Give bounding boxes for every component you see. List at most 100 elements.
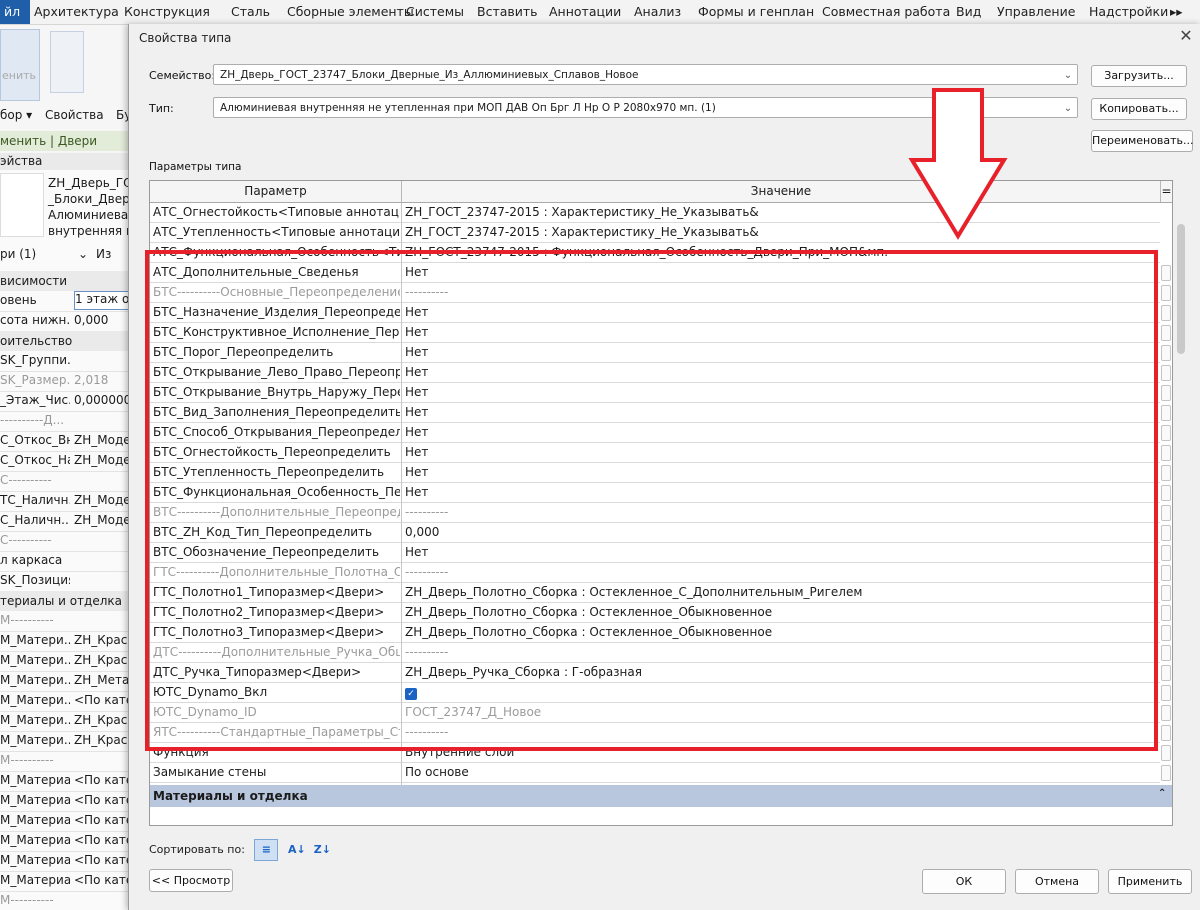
palette-row[interactable]: М_Материа... <По кате — [0, 791, 128, 812]
table-row[interactable]: ЯТС----------Стандартные_Параметры_Стр --… — [150, 723, 1171, 743]
menu-item[interactable]: Надстройки — [1089, 0, 1168, 24]
table-row[interactable]: БТС_Открывание_Внутрь_Наружу_Переоп Нет — [150, 383, 1171, 403]
rename-button[interactable]: Переименовать... — [1091, 130, 1194, 152]
menu-item[interactable]: Сборные элементы — [287, 0, 414, 24]
palette-row[interactable]: ТС_Наличн... ZH_Моде — [0, 491, 128, 512]
formula-cell[interactable] — [1161, 645, 1171, 661]
formula-cell[interactable] — [1161, 425, 1171, 441]
preview-button[interactable]: << Просмотр — [149, 869, 233, 892]
menu-item[interactable]: Совместная работа — [822, 0, 950, 24]
parameter-value[interactable]: Нет — [405, 265, 1155, 279]
parameter-value[interactable]: По основе — [405, 765, 1155, 779]
modify-tool-icon[interactable] — [0, 29, 40, 101]
menu-overflow-icon[interactable]: ▸▸ — [1170, 0, 1183, 24]
cancel-button[interactable]: Отмена — [1015, 869, 1099, 894]
menu-item[interactable]: Аннотации — [549, 0, 621, 24]
palette-section-header[interactable]: оительство — [0, 331, 128, 351]
menu-item[interactable]: Вид — [956, 0, 981, 24]
menu-item[interactable]: Системы — [406, 0, 464, 24]
menu-item[interactable]: Конструкция — [124, 0, 210, 24]
sort-descending-icon[interactable]: Z↓ — [313, 840, 331, 860]
duplicate-button[interactable]: Копировать... — [1091, 98, 1187, 120]
parameter-value[interactable]: ZH_ГОСТ_23747-2015 : Характеристику_Не_У… — [405, 205, 1155, 219]
parameter-value[interactable]: Нет — [405, 465, 1155, 479]
palette-row[interactable]: М_Материа... <По кате — [0, 811, 128, 832]
formula-cell[interactable] — [1161, 685, 1171, 701]
parameter-value[interactable]: ZH_Дверь_Полотно_Сборка : Остекленное_Об… — [405, 625, 1155, 639]
group-row-materials[interactable]: Материалы и отделка ⌃ — [150, 785, 1172, 807]
formula-cell[interactable] — [1161, 305, 1171, 321]
palette-row[interactable]: М_Матери... ZH_Краск — [0, 711, 128, 732]
palette-row[interactable]: SK_Позиция — [0, 571, 128, 592]
menu-item[interactable]: йл — [0, 0, 30, 24]
table-row[interactable]: БТС_Конструктивное_Исполнение_Переоп Нет — [150, 323, 1171, 343]
palette-row[interactable]: М_Материа... <По кате — [0, 831, 128, 852]
table-row[interactable]: БТС_Огнестойкость_Переопределить Нет — [150, 443, 1171, 463]
formula-cell[interactable] — [1161, 565, 1171, 581]
formula-cell[interactable] — [1161, 365, 1171, 381]
palette-row[interactable]: М_Материа... <По кате — [0, 771, 128, 792]
palette-row[interactable]: ----------Д... — [0, 411, 128, 432]
parameter-value[interactable]: Нет — [405, 545, 1155, 559]
palette-row[interactable]: С_Откос_Вн... ZH_Моде — [0, 431, 128, 452]
parameter-value[interactable]: ZH_ГОСТ_23747-2015 : Характеристику_Не_У… — [405, 225, 1155, 239]
table-row[interactable]: Функция Внутренние слои — [150, 743, 1171, 763]
table-row[interactable]: ЮТС_Dynamo_Вкл ✓ — [150, 683, 1171, 703]
formula-cell[interactable] — [1161, 545, 1171, 561]
apply-button[interactable]: Применить — [1108, 869, 1192, 894]
parameter-value[interactable]: ZH_Дверь_Полотно_Сборка : Остекленное_С_… — [405, 585, 1155, 599]
table-row[interactable]: БТС_Функциональная_Особенность_Пере Нет — [150, 483, 1171, 503]
palette-row[interactable]: С_Откос_На... ZH_Моде — [0, 451, 128, 472]
palette-row[interactable]: _Этаж_Чис... 0,000000 — [0, 391, 128, 412]
palette-row[interactable]: С_Наличн... ZH_Моде — [0, 511, 128, 532]
formula-cell[interactable] — [1161, 265, 1171, 281]
formula-cell[interactable] — [1161, 605, 1171, 621]
table-row[interactable]: БТС_Назначение_Изделия_Переопределит Нет — [150, 303, 1171, 323]
parameter-value[interactable]: Нет — [405, 425, 1155, 439]
table-row[interactable]: ГТС_Полотно2_Типоразмер<Двери> ZH_Дверь_П… — [150, 603, 1171, 623]
formula-cell[interactable] — [1161, 745, 1171, 761]
parameter-value[interactable]: Нет — [405, 445, 1155, 459]
palette-row[interactable]: сота нижн... 0,000 — [0, 311, 128, 332]
formula-cell[interactable] — [1161, 465, 1171, 481]
parameter-value[interactable]: Нет — [405, 485, 1155, 499]
context-tab[interactable]: менить | Двери — [0, 131, 128, 151]
column-header-value[interactable]: Значение — [402, 181, 1161, 202]
formula-cell[interactable] — [1161, 345, 1171, 361]
formula-cell[interactable] — [1161, 705, 1171, 721]
parameter-value[interactable]: Нет — [405, 385, 1155, 399]
formula-cell[interactable] — [1161, 725, 1171, 741]
parameter-value[interactable]: ZH_Дверь_Ручка_Сборка : Г-образная — [405, 665, 1155, 679]
table-row[interactable]: АТС_Дополнительные_Сведенья Нет — [150, 263, 1171, 283]
sort-grouped-icon[interactable]: ≡ — [254, 839, 279, 861]
parameter-value[interactable]: Нет — [405, 305, 1155, 319]
type-combo[interactable]: Алюминиевая внутренняя не утепленная при… — [213, 97, 1078, 118]
table-row[interactable]: ВТС_ZH_Код_Тип_Переопределить 0,000 — [150, 523, 1171, 543]
formula-cell[interactable] — [1161, 405, 1171, 421]
formula-cell[interactable] — [1161, 285, 1171, 301]
table-row[interactable]: ДТС_Ручка_Типоразмер<Двери> ZH_Дверь_Ручк… — [150, 663, 1171, 683]
table-row[interactable]: ДТС----------Дополнительные_Ручка_Общи --… — [150, 643, 1171, 663]
close-icon[interactable]: ✕ — [1177, 27, 1195, 45]
palette-row[interactable]: М---------- — [0, 891, 128, 910]
table-row[interactable]: АТС_Огнестойкость<Типовые аннотации> ZH_Г… — [150, 203, 1160, 223]
column-header-formula[interactable]: = — [1161, 181, 1172, 202]
menu-item[interactable]: Формы и генплан — [698, 0, 814, 24]
table-row[interactable]: ВТС----------Дополнительные_Переопред ---… — [150, 503, 1171, 523]
table-row[interactable]: БТС----------Основные_Переопределение- --… — [150, 283, 1171, 303]
ok-button[interactable]: ОК — [922, 869, 1006, 894]
palette-row[interactable]: М_Материа... <По кате — [0, 871, 128, 892]
table-row[interactable]: БТС_Открывание_Лево_Право_Переопред Нет — [150, 363, 1171, 383]
palette-row[interactable]: М---------- — [0, 751, 128, 772]
formula-cell[interactable] — [1161, 765, 1171, 781]
family-name-block[interactable]: ZH_Дверь_ГО _Блоки_Двер Алюминиева внутренн… — [48, 175, 128, 239]
load-button[interactable]: Загрузить... — [1091, 65, 1187, 87]
formula-cell[interactable] — [1161, 485, 1171, 501]
palette-row[interactable]: л каркаса — [0, 551, 128, 572]
menu-item[interactable]: Сталь — [231, 0, 270, 24]
collapse-icon[interactable]: ⌃ — [1158, 788, 1166, 799]
palette-row[interactable]: SK_Размер... 2,018 — [0, 371, 128, 392]
type-selector-icon[interactable] — [50, 31, 84, 93]
parameter-value[interactable]: Нет — [405, 325, 1155, 339]
parameter-value[interactable]: Нет — [405, 365, 1155, 379]
